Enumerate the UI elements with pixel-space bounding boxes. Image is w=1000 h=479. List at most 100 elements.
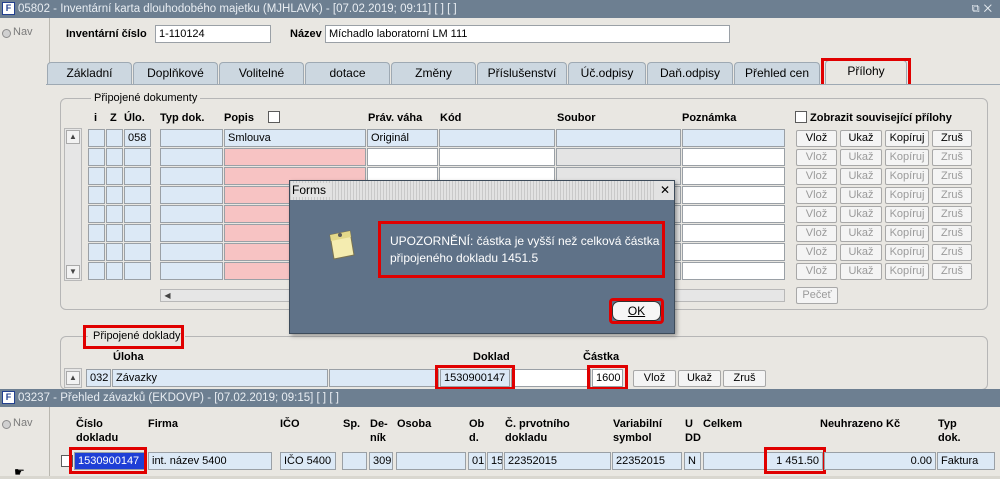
dialog-title-bar[interactable]: Forms ✕	[290, 181, 674, 200]
row-prvotni-doklad[interactable]: 22352015	[504, 452, 611, 470]
row-variabilni-symbol[interactable]: 22352015	[612, 452, 682, 470]
doc-kopiruj-button[interactable]: Kopíruj	[885, 130, 929, 147]
doc-ukaz-button[interactable]: Ukaž	[840, 206, 882, 223]
doc-cell-popis[interactable]: Smlouva	[224, 129, 366, 147]
tab-prislusenstvi[interactable]: Příslušenství	[477, 62, 567, 84]
doc-cell-poznamka[interactable]	[682, 243, 785, 261]
doc-vloz-button[interactable]: Vlož	[796, 187, 837, 204]
linked-scrollbar[interactable]: ▲	[64, 368, 82, 388]
doc-ukaz-button[interactable]: Ukaž	[840, 168, 882, 185]
linked-ukaz-button[interactable]: Ukaž	[678, 370, 721, 387]
doc-cell-z[interactable]	[106, 262, 123, 280]
doc-cell-ulo[interactable]: 058	[124, 129, 151, 147]
show-related-checkbox[interactable]	[795, 111, 807, 123]
doc-cell-z[interactable]	[106, 167, 123, 185]
window-controls[interactable]: ⧉✕	[972, 0, 996, 18]
doc-cell-soubor[interactable]	[556, 148, 681, 166]
linked-castka-field[interactable]: 1600	[592, 369, 623, 387]
doc-ukaz-button[interactable]: Ukaž	[840, 244, 882, 261]
doc-vloz-button[interactable]: Vlož	[796, 225, 837, 242]
doc-cell-z[interactable]	[106, 243, 123, 261]
doc-cell-z[interactable]	[106, 148, 123, 166]
row-firma[interactable]: int. název 5400	[148, 452, 272, 470]
doc-cell-poznamka[interactable]	[682, 167, 785, 185]
tab-dotace[interactable]: dotace	[305, 62, 390, 84]
doc-kopiruj-button[interactable]: Kopíruj	[885, 263, 929, 280]
doc-cell-poznamka[interactable]	[682, 129, 785, 147]
doc-cell-i[interactable]	[88, 262, 105, 280]
tab-uc-odpisy[interactable]: Úč.odpisy	[568, 62, 646, 84]
tab-volitelne[interactable]: Volitelné	[219, 62, 304, 84]
doc-ukaz-button[interactable]: Ukaž	[840, 225, 882, 242]
ok-button[interactable]: OK	[612, 301, 661, 321]
doc-cell-ulo[interactable]	[124, 224, 151, 242]
row-ico[interactable]: IČO 5400	[280, 452, 336, 470]
tab-doplnkove[interactable]: Doplňkové	[133, 62, 218, 84]
doc-cell-soubor[interactable]	[556, 129, 681, 147]
doc-cell-i[interactable]	[88, 186, 105, 204]
row-denik[interactable]: 309	[369, 452, 393, 470]
doc-kopiruj-button[interactable]: Kopíruj	[885, 168, 929, 185]
doc-cell-typ[interactable]	[160, 205, 223, 223]
doc-cell-i[interactable]	[88, 205, 105, 223]
doc-vloz-button[interactable]: Vlož	[796, 263, 837, 280]
doc-cell-ulo[interactable]	[124, 262, 151, 280]
doc-cell-i[interactable]	[88, 148, 105, 166]
row-typ-dok[interactable]: Faktura	[937, 452, 995, 470]
doc-cell-poznamka[interactable]	[682, 224, 785, 242]
doc-vloz-button[interactable]: Vlož	[796, 130, 837, 147]
linked-empty-field[interactable]	[329, 369, 439, 387]
row-celkem[interactable]: 1 451.50	[703, 452, 823, 470]
doc-cell-i[interactable]	[88, 224, 105, 242]
doc-vloz-button[interactable]: Vlož	[796, 244, 837, 261]
doc-kopiruj-button[interactable]: Kopíruj	[885, 244, 929, 261]
doc-cell-poznamka[interactable]	[682, 262, 785, 280]
doc-zrus-button[interactable]: Zruš	[932, 130, 972, 147]
doc-cell-typ[interactable]	[160, 148, 223, 166]
nav-radio[interactable]	[2, 29, 11, 38]
doc-cell-z[interactable]	[106, 129, 123, 147]
doc-cell-ulo[interactable]	[124, 148, 151, 166]
popis-checkbox[interactable]	[268, 111, 280, 123]
doc-cell-z[interactable]	[106, 224, 123, 242]
doc-zrus-button[interactable]: Zruš	[932, 225, 972, 242]
doc-cell-typ[interactable]	[160, 224, 223, 242]
linked-uloha-code[interactable]: 032	[86, 369, 111, 387]
documents-vertical-scrollbar[interactable]: ▲ ▼	[64, 128, 82, 281]
doc-vloz-button[interactable]: Vlož	[796, 206, 837, 223]
doc-cell-ulo[interactable]	[124, 186, 151, 204]
scroll-left-icon[interactable]: ◀	[162, 290, 173, 301]
doc-cell-typ[interactable]	[160, 262, 223, 280]
row-neuhrazeno[interactable]: 0.00	[824, 452, 936, 470]
doc-ukaz-button[interactable]: Ukaž	[840, 130, 882, 147]
doc-zrus-button[interactable]: Zruš	[932, 263, 972, 280]
row-cislo-dokladu[interactable]: 1530900147	[74, 452, 146, 470]
doc-zrus-button[interactable]: Zruš	[932, 187, 972, 204]
tab-dan-odpisy[interactable]: Daň.odpisy	[647, 62, 733, 84]
linked-uloha-name[interactable]: Závazky	[112, 369, 328, 387]
row-obd1[interactable]: 01	[468, 452, 486, 470]
doc-ukaz-button[interactable]: Ukaž	[840, 263, 882, 280]
doc-cell-typ[interactable]	[160, 186, 223, 204]
doc-zrus-button[interactable]: Zruš	[932, 168, 972, 185]
linked-vloz-button[interactable]: Vlož	[633, 370, 676, 387]
doc-cell-ulo[interactable]	[124, 167, 151, 185]
row-sp[interactable]	[342, 452, 367, 470]
doc-ukaz-button[interactable]: Ukaž	[840, 187, 882, 204]
doc-cell-i[interactable]	[88, 243, 105, 261]
doc-cell-z[interactable]	[106, 205, 123, 223]
doc-cell-poznamka[interactable]	[682, 205, 785, 223]
inventory-number-field[interactable]: 1-110124	[155, 25, 271, 43]
tab-zakladni[interactable]: Základní	[47, 62, 132, 84]
nav-radio-2[interactable]	[2, 420, 11, 429]
dialog-close-icon[interactable]: ✕	[656, 181, 674, 200]
doc-cell-z[interactable]	[106, 186, 123, 204]
doc-cell-ulo[interactable]	[124, 205, 151, 223]
doc-cell-typ[interactable]	[160, 167, 223, 185]
doc-cell-poznamka[interactable]	[682, 148, 785, 166]
doc-kopiruj-button[interactable]: Kopíruj	[885, 225, 929, 242]
row-osoba[interactable]	[396, 452, 466, 470]
doc-cell-i[interactable]	[88, 167, 105, 185]
tab-prilohy[interactable]: Přílohy	[825, 60, 907, 85]
row-select-checkbox[interactable]	[61, 455, 73, 467]
